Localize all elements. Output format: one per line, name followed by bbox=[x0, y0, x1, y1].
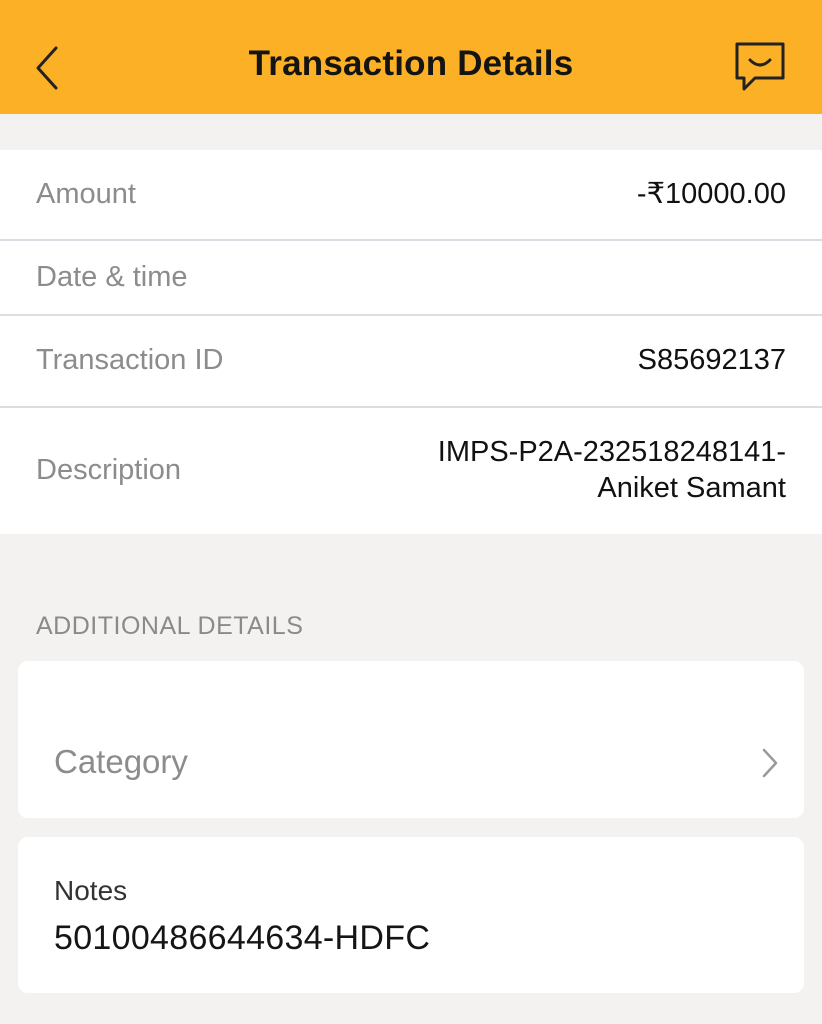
notes-label: Notes bbox=[54, 875, 128, 906]
chevron-right-icon bbox=[762, 748, 778, 778]
description-row: Description IMPS-P2A-232518248141- Anike… bbox=[0, 408, 822, 534]
description-value: IMPS-P2A-232518248141- Aniket Samant bbox=[438, 434, 786, 506]
transaction-id-label: Transaction ID bbox=[36, 344, 224, 376]
notes-card[interactable]: Notes 50100486644634-HDFC bbox=[18, 837, 804, 993]
chat-bubble-icon bbox=[735, 42, 785, 91]
transaction-id-value: S85692137 bbox=[637, 344, 786, 376]
chat-button[interactable] bbox=[730, 36, 790, 96]
notes-value: 50100486644634-HDFC bbox=[54, 919, 431, 957]
datetime-label: Date & time bbox=[36, 261, 188, 293]
app-header: Transaction Details bbox=[0, 0, 822, 114]
category-label: Category bbox=[54, 743, 188, 780]
description-label: Description bbox=[36, 454, 182, 486]
transaction-details-card: Amount -₹10000.00 Date & time Transactio… bbox=[0, 150, 822, 534]
category-selector[interactable]: Category bbox=[18, 661, 804, 818]
additional-details-header: ADDITIONAL DETAILS bbox=[36, 612, 304, 640]
description-line-1: IMPS-P2A-232518248141- bbox=[437, 436, 786, 468]
amount-row: Amount -₹10000.00 bbox=[0, 150, 822, 241]
page-title: Transaction Details bbox=[248, 44, 574, 83]
amount-value: -₹10000.00 bbox=[636, 178, 786, 210]
description-line-2: Aniket Samant bbox=[597, 472, 786, 504]
amount-label: Amount bbox=[36, 178, 136, 210]
transaction-id-row: Transaction ID S85692137 bbox=[0, 316, 822, 408]
datetime-row: Date & time bbox=[0, 241, 822, 316]
